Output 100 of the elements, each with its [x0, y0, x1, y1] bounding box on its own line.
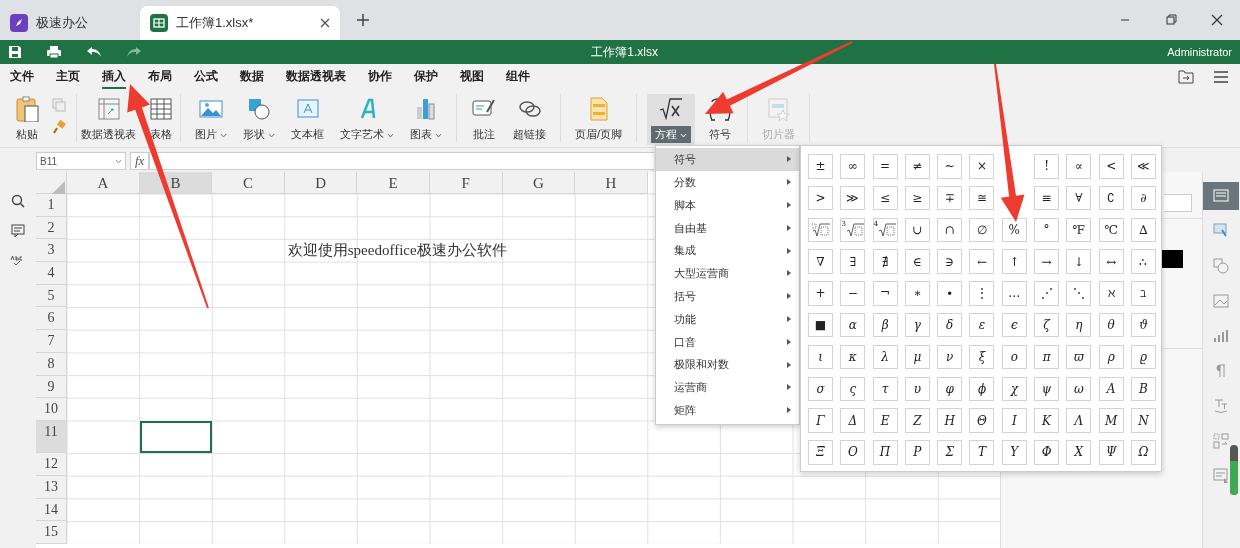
menu-tab[interactable]: 公式 — [194, 65, 218, 89]
symbol-button[interactable]: χ — [1001, 376, 1027, 402]
symbol-button[interactable]: < — [1098, 154, 1124, 179]
ribbon-button[interactable]: 页眉/页脚 — [571, 94, 627, 145]
symbol-button[interactable]: ↑ — [1001, 249, 1027, 274]
symbol-button[interactable]: π — [1034, 344, 1060, 370]
close-icon[interactable] — [320, 18, 330, 28]
symbol-button[interactable]: ε — [969, 313, 995, 338]
symbol-button[interactable]: ∴ — [1130, 249, 1156, 274]
symbol-button[interactable]: φ — [937, 376, 963, 402]
row-header[interactable]: 5 — [36, 284, 67, 308]
menu-item[interactable]: 脚本 — [656, 193, 799, 217]
menu-tab[interactable]: 插入 — [102, 65, 126, 89]
symbol-button[interactable]: Ξ — [808, 440, 833, 465]
menu-item[interactable]: 集成 — [656, 239, 799, 262]
symbol-button[interactable]: ∙ — [937, 281, 963, 306]
row-header[interactable]: 2 — [36, 216, 67, 240]
symbol-button[interactable]: ∩ — [937, 217, 963, 243]
symbol-button[interactable]: ± — [808, 154, 833, 179]
column-header[interactable]: G — [502, 172, 576, 194]
ribbon-button[interactable]: 图片 — [191, 94, 231, 145]
ribbon-button[interactable]: 超链接 — [509, 94, 550, 145]
row-header[interactable]: 14 — [36, 498, 67, 522]
ribbon-button[interactable]: 图表 — [406, 94, 446, 145]
row-header[interactable]: 9 — [36, 375, 67, 399]
ribbon-button[interactable]: 批注 — [467, 94, 501, 145]
symbol-button[interactable]: λ — [872, 344, 898, 370]
symbol-button[interactable]: Β — [1130, 376, 1156, 402]
symbol-button[interactable]: Ψ — [1098, 440, 1124, 465]
symbol-button[interactable]: ¬ — [872, 281, 898, 306]
symbol-button[interactable]: δ — [937, 313, 963, 338]
symbol-button[interactable]: Υ — [1001, 440, 1027, 465]
symbol-button[interactable]: ≠ — [904, 154, 930, 179]
symbol-button[interactable]: Γ — [808, 408, 833, 433]
symbol-button[interactable]: ≫ — [840, 185, 866, 211]
symbol-button[interactable]: ϵ — [1001, 313, 1027, 338]
menu-item[interactable]: 符号 — [656, 148, 799, 171]
symbol-button[interactable] — [808, 217, 833, 243]
slicer-icon[interactable] — [1212, 467, 1230, 485]
symbol-button[interactable]: ⋰ — [1034, 281, 1060, 306]
symbol-button[interactable]: Η — [937, 408, 963, 433]
symbol-button[interactable]: Θ — [969, 408, 995, 433]
symbol-button[interactable]: ο — [1001, 344, 1027, 370]
row-header[interactable]: 1 — [36, 194, 67, 217]
symbol-button[interactable]: ≅ — [969, 185, 995, 211]
symbol-button[interactable]: Φ — [1034, 440, 1060, 465]
symbol-button[interactable]: Δ — [840, 408, 866, 433]
symbol-button[interactable]: ≤ — [872, 185, 898, 211]
symbol-button[interactable]: ℉ — [1066, 217, 1092, 243]
bar-chart-icon[interactable] — [1212, 327, 1230, 345]
column-header[interactable]: H — [575, 172, 648, 194]
row-header[interactable]: 11 — [36, 420, 67, 454]
symbol-button[interactable]: Χ — [1066, 440, 1092, 465]
row-header[interactable]: 7 — [36, 330, 67, 353]
menu-tab[interactable]: 数据透视表 — [286, 65, 346, 89]
ribbon-button[interactable]: 文字艺术 — [336, 94, 398, 145]
symbol-button[interactable]: ∝ — [1066, 154, 1092, 179]
symbol-button[interactable]: ≪ — [1130, 154, 1156, 179]
symbol-button[interactable]: ⋱ — [1066, 281, 1092, 306]
row-header[interactable]: 12 — [36, 453, 67, 477]
picture-icon[interactable] — [1212, 292, 1230, 310]
symbol-button[interactable]: ∅ — [969, 217, 995, 243]
symbol-button[interactable]: % — [1001, 217, 1027, 243]
function-button[interactable]: fx — [130, 152, 150, 170]
symbol-button[interactable]: ⋮ — [969, 281, 995, 306]
symbol-button[interactable]: ∈ — [904, 249, 930, 274]
row-header[interactable]: 13 — [36, 476, 67, 499]
symbol-button[interactable]: ~ — [937, 154, 963, 179]
symbol-button[interactable]: ω — [1066, 376, 1092, 402]
symbol-button[interactable]: + — [808, 281, 833, 306]
search-icon[interactable] — [11, 194, 25, 208]
restore-icon[interactable] — [1165, 14, 1177, 26]
ribbon-button[interactable]: 方程 — [647, 94, 696, 145]
symbol-button[interactable]: ∆ — [1130, 217, 1156, 243]
menu-item[interactable]: 极限和对数 — [656, 353, 799, 376]
menu-item[interactable]: 运营商 — [656, 375, 799, 399]
ribbon-button[interactable]: 粘贴 — [10, 94, 44, 145]
symbol-button[interactable]: ρ — [1098, 344, 1124, 370]
symbol-button[interactable]: > — [808, 185, 833, 211]
symbol-button[interactable]: Λ — [1066, 408, 1092, 433]
symbol-button[interactable]: ∇ — [808, 249, 833, 274]
symbol-button[interactable]: ! — [1034, 154, 1060, 179]
menu-item[interactable]: 矩阵 — [656, 398, 799, 422]
symbol-button[interactable]: ↔ — [1098, 249, 1124, 274]
symbol-button[interactable]: ℵ — [1098, 281, 1124, 306]
symbol-button[interactable]: − — [840, 281, 866, 306]
symbol-button[interactable]: ∀ — [1066, 185, 1092, 211]
name-box[interactable]: B11 — [36, 152, 126, 170]
symbol-button[interactable]: ∃ — [840, 249, 866, 274]
folder-arrow-icon[interactable] — [1178, 70, 1194, 84]
symbol-button[interactable]: × — [969, 154, 995, 179]
symbol-button[interactable]: ϖ — [1066, 344, 1092, 370]
menu-tab[interactable]: 数据 — [240, 65, 264, 89]
row-header[interactable]: 10 — [36, 398, 67, 421]
symbol-button[interactable]: ς — [840, 376, 866, 402]
symbol-button[interactable]: Ε — [872, 408, 898, 433]
format-painter-icon[interactable] — [52, 120, 66, 134]
symbol-button[interactable]: υ — [904, 376, 930, 402]
row-header[interactable]: 4 — [36, 262, 67, 285]
symbol-button[interactable]: ≡ — [1034, 185, 1060, 211]
